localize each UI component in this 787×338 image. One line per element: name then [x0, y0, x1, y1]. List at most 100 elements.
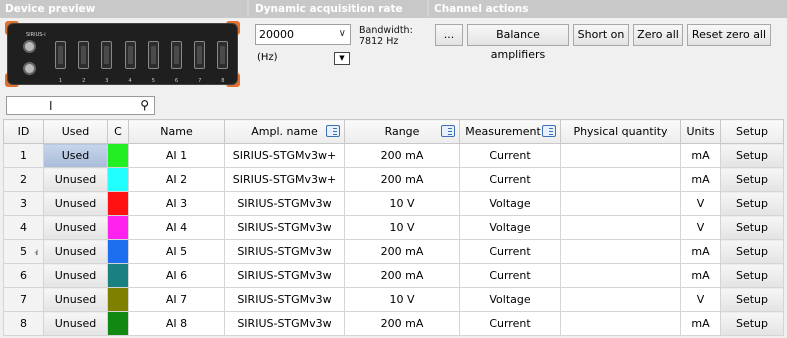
used-toggle[interactable]: Unused: [43, 239, 108, 264]
channel-search-input[interactable]: I ⚲: [6, 96, 155, 115]
used-toggle[interactable]: Unused: [43, 167, 108, 192]
header-color[interactable]: C: [107, 119, 129, 144]
channel-color[interactable]: [107, 239, 129, 264]
device-connector: [78, 41, 90, 69]
channel-color[interactable]: [107, 311, 129, 336]
channel-range[interactable]: 10 V: [344, 287, 460, 312]
channel-name[interactable]: AI 4: [128, 215, 225, 240]
used-toggle[interactable]: Used: [43, 143, 108, 168]
setup-button[interactable]: Setup: [720, 287, 784, 312]
header-measurement[interactable]: Measurement: [459, 119, 561, 144]
physical-quantity[interactable]: [560, 191, 681, 216]
table-row[interactable]: 1 Used AI 1 SIRIUS-STGMv3w+ 200 mA Current mA S…: [3, 143, 784, 168]
amplifier-name: SIRIUS-STGMv3w+: [224, 167, 345, 192]
used-toggle[interactable]: Unused: [43, 191, 108, 216]
balance-amplifiers-button[interactable]: Balance amplifiers: [467, 24, 569, 61]
channel-measurement[interactable]: Current: [459, 263, 561, 288]
physical-quantity[interactable]: [560, 239, 681, 264]
channel-name[interactable]: AI 6: [128, 263, 225, 288]
channel-color[interactable]: [107, 215, 129, 240]
channel-range[interactable]: 10 V: [344, 191, 460, 216]
channel-color[interactable]: [107, 191, 129, 216]
column-menu-icon[interactable]: [542, 125, 556, 137]
channel-color[interactable]: [107, 263, 129, 288]
color-swatch: [108, 312, 128, 335]
reset-zero-all-button[interactable]: Reset zero all: [687, 24, 771, 46]
channel-color[interactable]: [107, 167, 129, 192]
channel-id: 6: [3, 263, 44, 288]
channel-name[interactable]: AI 1: [128, 143, 225, 168]
color-swatch: [108, 168, 128, 191]
column-menu-icon[interactable]: [326, 125, 340, 137]
acquisition-rate-select[interactable]: 20000 ∨: [255, 24, 351, 45]
channel-measurement[interactable]: Voltage: [459, 215, 561, 240]
channel-range[interactable]: 200 mA: [344, 143, 460, 168]
table-row[interactable]: 3 Unused AI 3 SIRIUS-STGMv3w 10 V Voltage V Set…: [3, 191, 784, 216]
table-row[interactable]: 4 Unused AI 4 SIRIUS-STGMv3w 10 V Voltage V Set…: [3, 215, 784, 240]
channel-range[interactable]: 10 V: [344, 215, 460, 240]
channel-range[interactable]: 200 mA: [344, 311, 460, 336]
device-preview[interactable]: SIRIUS-i 1 2 3 4 5 6 7 8: [5, 21, 240, 87]
channel-measurement[interactable]: Current: [459, 167, 561, 192]
channel-name[interactable]: AI 3: [128, 191, 225, 216]
channel-color[interactable]: [107, 143, 129, 168]
channel-name[interactable]: AI 5: [128, 239, 225, 264]
physical-quantity[interactable]: [560, 287, 681, 312]
physical-quantity[interactable]: [560, 167, 681, 192]
physical-quantity[interactable]: [560, 263, 681, 288]
channel-id: 4: [3, 215, 44, 240]
channel-range[interactable]: 200 mA: [344, 263, 460, 288]
connector-number: 7: [198, 78, 202, 84]
used-toggle[interactable]: Unused: [43, 311, 108, 336]
header-setup[interactable]: Setup: [720, 119, 784, 144]
setup-button[interactable]: Setup: [720, 167, 784, 192]
header-id[interactable]: ID: [3, 119, 44, 144]
search-icon[interactable]: ⚲: [140, 98, 149, 112]
header-ampl-name[interactable]: Ampl. name: [224, 119, 345, 144]
physical-quantity[interactable]: [560, 311, 681, 336]
more-actions-button[interactable]: ...: [435, 24, 463, 46]
used-toggle[interactable]: Unused: [43, 263, 108, 288]
bandwidth-info: Bandwidth: 7812 Hz: [359, 25, 413, 47]
header-units[interactable]: Units: [680, 119, 721, 144]
channel-measurement[interactable]: Current: [459, 311, 561, 336]
table-row[interactable]: 8 Unused AI 8 SIRIUS-STGMv3w 200 mA Current mA…: [3, 311, 784, 336]
table-row[interactable]: 2 Unused AI 2 SIRIUS-STGMv3w+ 200 mA Current m…: [3, 167, 784, 192]
channel-measurement[interactable]: Voltage: [459, 287, 561, 312]
column-menu-icon[interactable]: [441, 125, 455, 137]
channel-range[interactable]: 200 mA: [344, 167, 460, 192]
rate-unit-dropdown[interactable]: ▼: [334, 52, 350, 65]
connector-number: 5: [151, 78, 155, 84]
physical-quantity[interactable]: [560, 215, 681, 240]
header-name[interactable]: Name: [128, 119, 225, 144]
setup-button[interactable]: Setup: [720, 263, 784, 288]
channel-color[interactable]: [107, 287, 129, 312]
channel-range[interactable]: 200 mA: [344, 239, 460, 264]
header-range[interactable]: Range: [344, 119, 460, 144]
text-cursor-icon: I: [49, 99, 53, 113]
setup-button[interactable]: Setup: [720, 143, 784, 168]
setup-button[interactable]: Setup: [720, 215, 784, 240]
device-body: SIRIUS-i 1 2 3 4 5 6 7 8: [7, 23, 238, 85]
channel-measurement[interactable]: Current: [459, 143, 561, 168]
setup-button[interactable]: Setup: [720, 311, 784, 336]
channel-name[interactable]: AI 8: [128, 311, 225, 336]
physical-quantity[interactable]: [560, 143, 681, 168]
channel-measurement[interactable]: Voltage: [459, 191, 561, 216]
used-toggle[interactable]: Unused: [43, 215, 108, 240]
used-toggle[interactable]: Unused: [43, 287, 108, 312]
table-row[interactable]: 5 ·ıl Unused AI 5 SIRIUS-STGMv3w 200 mA Curren…: [3, 239, 784, 264]
short-on-button[interactable]: Short on: [573, 24, 629, 46]
channel-measurement[interactable]: Current: [459, 239, 561, 264]
table-row[interactable]: 6 Unused AI 6 SIRIUS-STGMv3w 200 mA Current mA…: [3, 263, 784, 288]
zero-all-button[interactable]: Zero all: [633, 24, 683, 46]
channel-name[interactable]: AI 7: [128, 287, 225, 312]
setup-button[interactable]: Setup: [720, 191, 784, 216]
header-physical-quantity[interactable]: Physical quantity: [560, 119, 681, 144]
header-used[interactable]: Used: [43, 119, 108, 144]
device-connector: [124, 41, 136, 69]
channel-name[interactable]: AI 2: [128, 167, 225, 192]
setup-button[interactable]: Setup: [720, 239, 784, 264]
table-row[interactable]: 7 Unused AI 7 SIRIUS-STGMv3w 10 V Voltage V Set…: [3, 287, 784, 312]
amplifier-name: SIRIUS-STGMv3w: [224, 311, 345, 336]
